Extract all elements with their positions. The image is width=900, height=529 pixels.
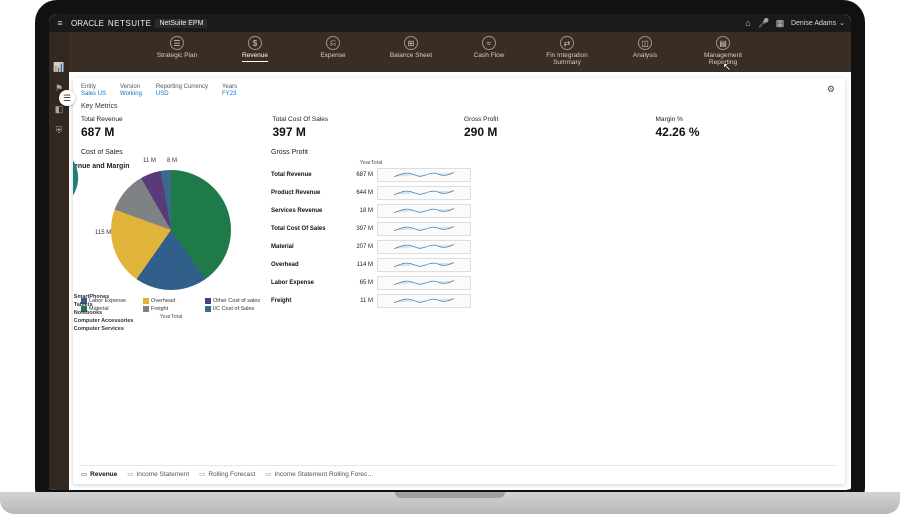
- brand: ORACLE NETSUITE NetSuite EPM: [71, 19, 207, 28]
- metric-gross-profit-value: 290 M: [464, 125, 646, 139]
- filter-years-label: Years: [222, 84, 237, 90]
- panel-gp-title: Gross Profit: [271, 149, 471, 156]
- menu-icon[interactable]: ≡: [55, 18, 65, 28]
- nav-label: Analysis: [633, 52, 657, 59]
- filter-entity-label: Entity: [81, 84, 106, 90]
- user-name: Denise Adams: [791, 20, 836, 27]
- pie-label-b: 11 M: [143, 158, 156, 164]
- panel-bubble-title: Volume, Revenue and Margin: [81, 163, 130, 170]
- nav-item-balance-sheet[interactable]: ⊞ Balance Sheet: [381, 36, 441, 66]
- sidebar-chart-icon[interactable]: 📊: [53, 62, 64, 73]
- nav-item-expense[interactable]: ⎌ Expense: [303, 36, 363, 66]
- brand-netsuite: NETSUITE: [108, 19, 152, 28]
- nav-icon: ⇄: [560, 36, 574, 50]
- section-key-metrics: Key Metrics: [81, 103, 837, 110]
- filter-version-value[interactable]: Working: [120, 91, 142, 97]
- bottom-tab-rolling-forecast[interactable]: ▭Rolling Forecast: [199, 470, 255, 478]
- gp-row: Services Revenue18 M: [271, 204, 471, 218]
- filter-years-value[interactable]: FY23: [222, 91, 237, 97]
- bubble-legend-item: Notebooks: [81, 310, 134, 316]
- pie-legend-item: I/C Cost of Sales: [205, 306, 261, 312]
- nav-icon: $: [248, 36, 262, 50]
- home-icon[interactable]: ⌂: [743, 18, 753, 28]
- nav-icon: ◫: [638, 36, 652, 50]
- bottom-tab-income-statement-rolling-forec-[interactable]: ▭Income Statement Rolling Forec…: [265, 470, 374, 478]
- nav-label: Strategic Plan: [157, 52, 197, 59]
- nav-label: Fin Integration Summary: [537, 52, 597, 66]
- nav-item-cash-flow[interactable]: ≈ Cash Flow: [459, 36, 519, 66]
- nav-icon: ⊞: [404, 36, 418, 50]
- filter-currency-value[interactable]: USD: [156, 91, 208, 97]
- gp-row: Material207 M: [271, 240, 471, 254]
- gp-row: Overhead114 M: [271, 258, 471, 272]
- bubble-legend-item: SmartPhones: [81, 294, 134, 300]
- pie-legend-item: Freight: [143, 306, 199, 312]
- user-menu[interactable]: Denise Adams ⌄: [791, 19, 845, 27]
- nav-label: Cash Flow: [474, 52, 505, 59]
- sidebar-cube-icon[interactable]: ◧: [55, 104, 64, 115]
- chevron-down-icon: ⌄: [839, 19, 845, 27]
- panel-cost-title: Cost of Sales: [81, 149, 261, 156]
- metric-gross-profit-label: Gross Profit: [464, 116, 646, 123]
- filter-version-label: Version: [120, 84, 142, 90]
- pie-legend-item: Other Cost of sales: [205, 298, 261, 304]
- pie-legend-item: Overhead: [143, 298, 199, 304]
- gp-row: Labor Expense65 M: [271, 276, 471, 290]
- filter-entity-value[interactable]: Sales US: [81, 91, 106, 97]
- sidebar-toggle-button[interactable]: ☰: [59, 90, 75, 106]
- tab-icon: ▭: [199, 470, 205, 478]
- tab-icon: ▭: [127, 470, 133, 478]
- nav-label: Revenue: [242, 52, 268, 62]
- nav-icon: ▤: [716, 36, 730, 50]
- gp-row: Product Revenue644 M: [271, 186, 471, 200]
- filter-currency-label: Reporting Currency: [156, 84, 208, 90]
- nav-icon: ⎌: [326, 36, 340, 50]
- metric-total-revenue-label: Total Revenue: [81, 116, 263, 123]
- sidebar-shield-icon[interactable]: ⛨: [56, 125, 63, 136]
- gp-year-label: YearTotal: [271, 160, 471, 166]
- bubble-legend-item: Computer Services: [81, 326, 134, 332]
- brand-oracle: ORACLE: [71, 19, 104, 28]
- bubble-legend-item: Computer Accessories: [81, 318, 134, 324]
- brand-product: NetSuite EPM: [155, 19, 207, 28]
- gp-row: Freight11 M: [271, 294, 471, 308]
- nav-item-analysis[interactable]: ◫ Analysis: [615, 36, 675, 66]
- gear-icon[interactable]: ⚙: [827, 84, 835, 95]
- metric-total-cost-label: Total Cost Of Sales: [273, 116, 455, 123]
- grid-icon[interactable]: ▦: [775, 18, 785, 28]
- metric-total-revenue-value: 687 M: [81, 125, 263, 139]
- gp-row: Total Revenue687 M: [271, 168, 471, 182]
- nav-item-strategic-plan[interactable]: ☰ Strategic Plan: [147, 36, 207, 66]
- tab-icon: ▭: [265, 470, 271, 478]
- nav-item-fin-integration-summary[interactable]: ⇄ Fin Integration Summary: [537, 36, 597, 66]
- metric-margin-value: 42.26 %: [656, 125, 838, 139]
- nav-icon: ≈: [482, 36, 496, 50]
- pie-label-a: 8 M: [167, 158, 177, 164]
- bubble-legend-item: Tablets: [81, 302, 134, 308]
- cursor-icon: ↖: [723, 62, 731, 73]
- pie-label-d: 115 M: [95, 230, 111, 236]
- tab-icon: ▭: [81, 470, 87, 478]
- gp-row: Total Cost Of Sales397 M: [271, 222, 471, 236]
- nav-label: Balance Sheet: [390, 52, 432, 59]
- metric-margin-label: Margin %: [656, 116, 838, 123]
- bottom-tab-revenue[interactable]: ▭Revenue: [81, 470, 117, 478]
- bottom-tab-income-statement[interactable]: ▭Income Statement: [127, 470, 189, 478]
- metric-total-cost-value: 397 M: [273, 125, 455, 139]
- mic-icon[interactable]: 🎤: [759, 18, 769, 28]
- nav-icon: ☰: [170, 36, 184, 50]
- nav-item-revenue[interactable]: $ Revenue: [225, 36, 285, 66]
- nav-label: Expense: [320, 52, 345, 59]
